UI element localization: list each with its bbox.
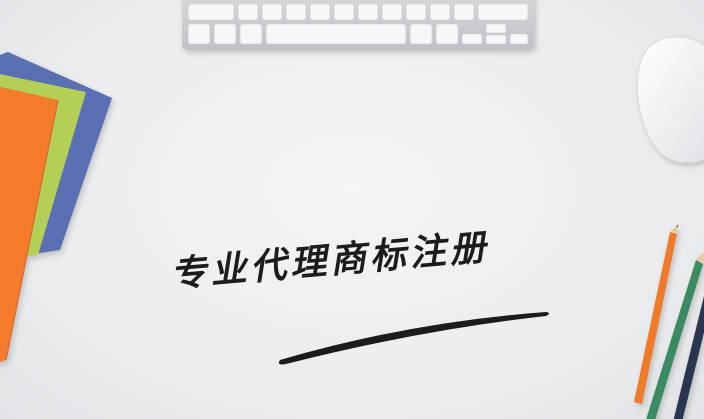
mouse (636, 36, 704, 163)
keyboard (182, 0, 534, 50)
pencils (634, 224, 704, 419)
desk-scene (0, 0, 704, 419)
pencil-navy (673, 296, 704, 419)
notebooks (0, 52, 112, 362)
pencil-orange (634, 224, 678, 404)
brush-stroke (278, 312, 549, 365)
